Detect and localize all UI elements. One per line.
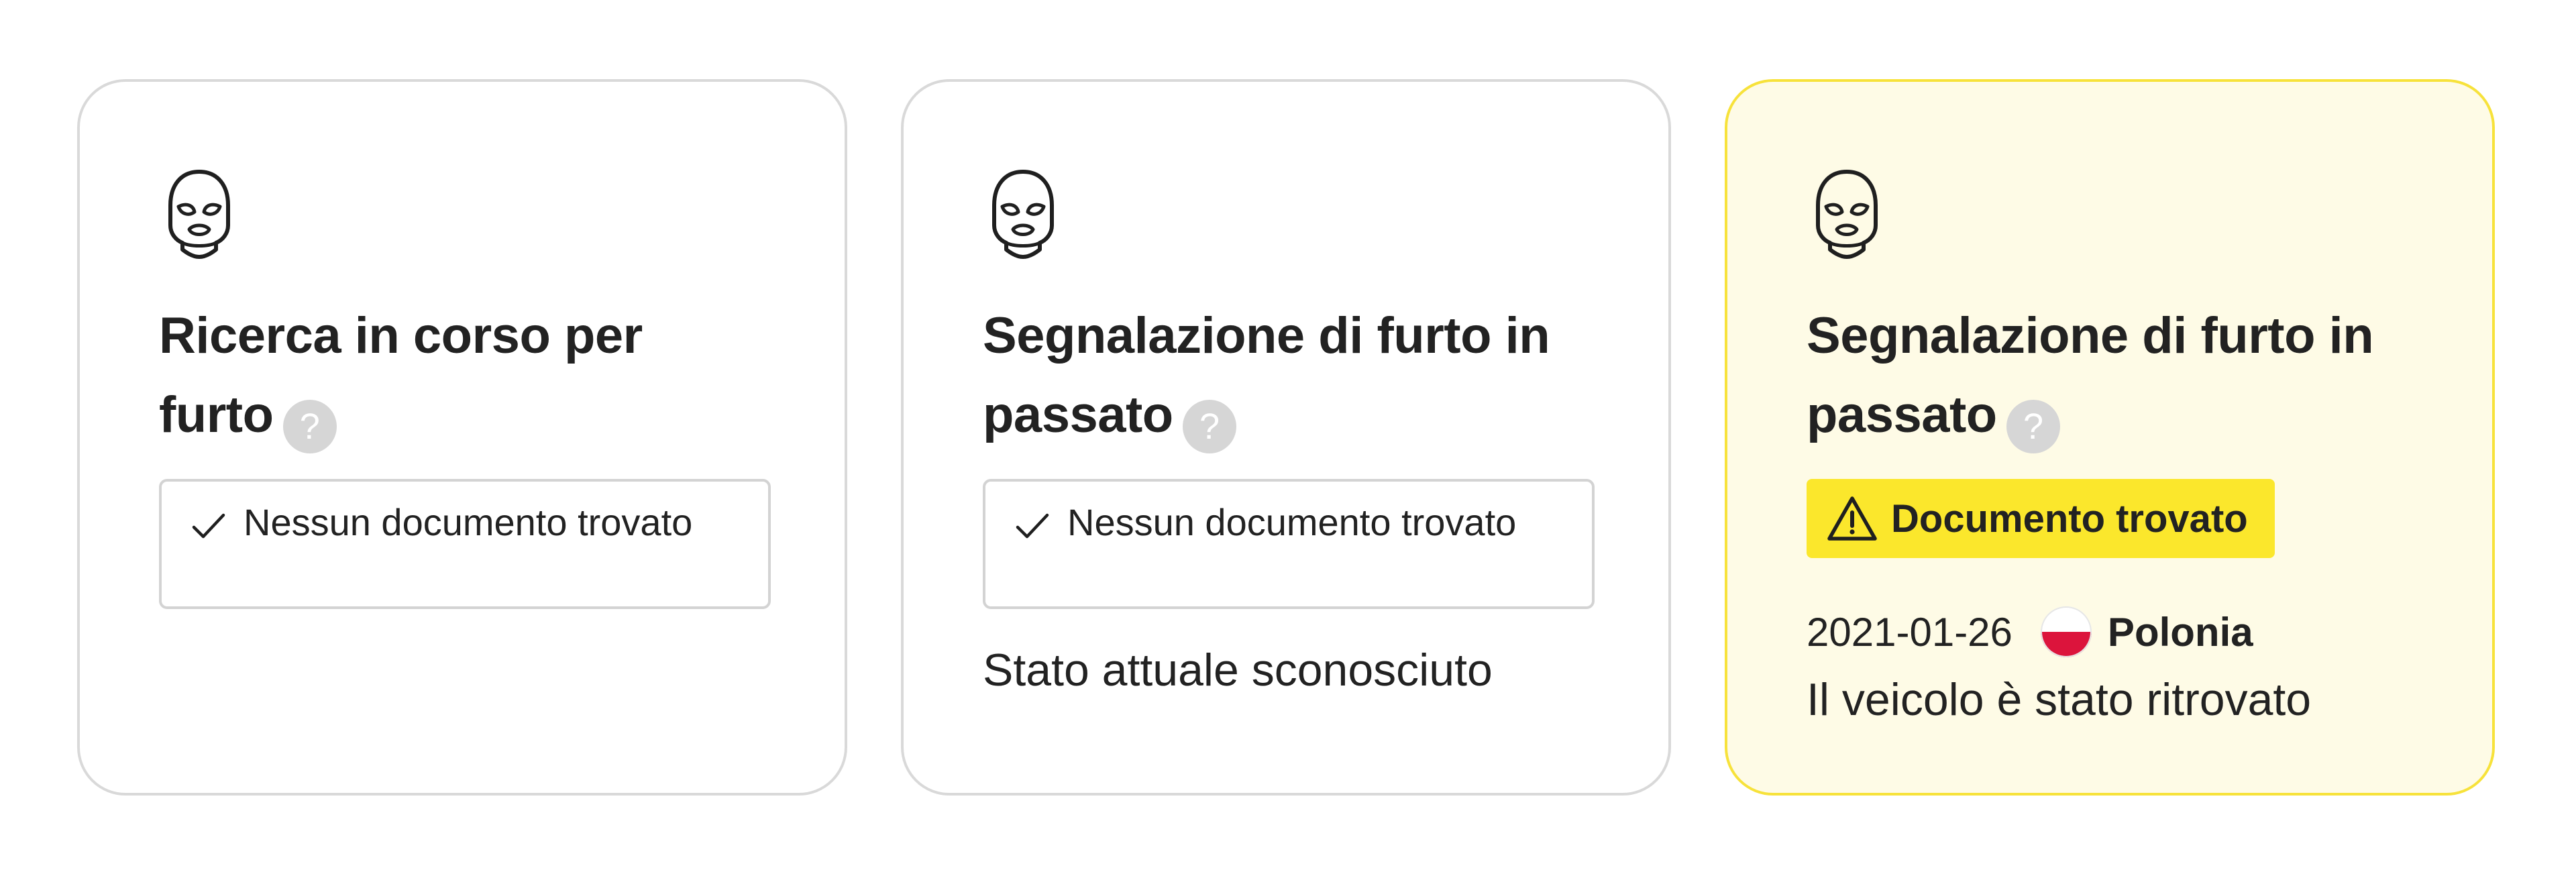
card-current-theft-search: Ricerca in corso per furto? Nessun docum… [77, 79, 847, 796]
status-box: Nessun documento trovato [983, 479, 1595, 609]
poland-flag-icon [2040, 606, 2092, 657]
help-icon[interactable]: ? [2006, 400, 2060, 453]
theft-check-cards: Ricerca in corso per furto? Nessun docum… [77, 79, 2495, 796]
status-text: Nessun documento trovato [244, 501, 693, 543]
badge-label: Documento trovato [1891, 496, 2248, 541]
status-text: Nessun documento trovato [1067, 501, 1517, 543]
status-box: Nessun documento trovato [159, 479, 771, 609]
status-note: Stato attuale sconosciuto [983, 645, 1493, 696]
balaclava-icon [162, 168, 236, 259]
card-past-theft-report: Segnalazione di furto in passato? Nessun… [901, 79, 1671, 796]
balaclava-icon [1810, 168, 1884, 259]
report-date: 2021-01-26 [1807, 609, 2012, 655]
warning-icon [1827, 495, 1878, 542]
check-icon [191, 508, 226, 543]
card-title: Segnalazione di furto in passato? [1807, 296, 2413, 455]
card-title: Ricerca in corso per furto? [159, 296, 765, 455]
balaclava-icon [986, 168, 1060, 259]
card-past-theft-report-found: Segnalazione di furto in passato? Docume… [1725, 79, 2495, 796]
report-result: Il veicolo è stato ritrovato [1807, 674, 2312, 725]
document-found-badge: Documento trovato [1807, 479, 2275, 558]
report-country: Polonia [2107, 609, 2253, 655]
help-icon[interactable]: ? [1182, 400, 1236, 453]
help-icon[interactable]: ? [282, 400, 337, 453]
card-title: Segnalazione di furto in passato? [983, 296, 1589, 455]
report-meta: 2021-01-26 Polonia [1807, 606, 2413, 657]
check-icon [1015, 508, 1050, 543]
